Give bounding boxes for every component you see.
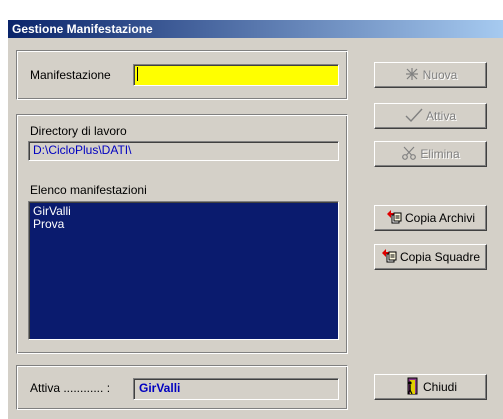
- chiudi-button[interactable]: Chiudi: [374, 374, 487, 400]
- directory-field: D:\CicloPlus\DATI\: [28, 141, 339, 161]
- elimina-button[interactable]: Elimina: [374, 141, 487, 167]
- elimina-label: Elimina: [420, 147, 460, 161]
- copy-documents-icon: [386, 209, 402, 228]
- copy-documents-icon: [381, 248, 397, 267]
- delete-scissors-icon: [401, 146, 417, 163]
- copia-archivi-button[interactable]: Copia Archivi: [374, 205, 487, 231]
- manifestazioni-listbox[interactable]: GirValli Prova: [28, 201, 339, 340]
- list-item[interactable]: GirValli: [33, 205, 334, 218]
- chiudi-label: Chiudi: [422, 380, 458, 394]
- elenco-label: Elenco manifestazioni: [30, 183, 147, 197]
- copia-squadre-label: Copia Squadre: [399, 250, 481, 264]
- checkmark-icon: [405, 108, 423, 125]
- window-title: Gestione Manifestazione: [8, 20, 503, 38]
- gestione-manifestazione-window: Gestione Manifestazione Manifestazione D…: [8, 20, 503, 419]
- nuova-label: Nuova: [422, 68, 458, 82]
- copia-archivi-label: Copia Archivi: [404, 211, 476, 225]
- copia-squadre-button[interactable]: Copia Squadre: [374, 244, 487, 270]
- directory-label: Directory di lavoro: [30, 124, 127, 138]
- manifestazione-label: Manifestazione: [30, 68, 111, 82]
- nuova-button[interactable]: Nuova: [374, 62, 487, 88]
- exit-door-icon: [404, 377, 420, 398]
- new-sparkle-icon: [404, 67, 420, 84]
- attiva-button-label: Attiva: [425, 109, 456, 123]
- text-caret: [137, 67, 138, 81]
- manifestazione-input[interactable]: [133, 64, 339, 86]
- attiva-label: Attiva ............ :: [30, 381, 111, 395]
- attiva-value-field: GirValli: [133, 378, 339, 400]
- attiva-button[interactable]: Attiva: [374, 103, 487, 129]
- list-item[interactable]: Prova: [33, 218, 334, 231]
